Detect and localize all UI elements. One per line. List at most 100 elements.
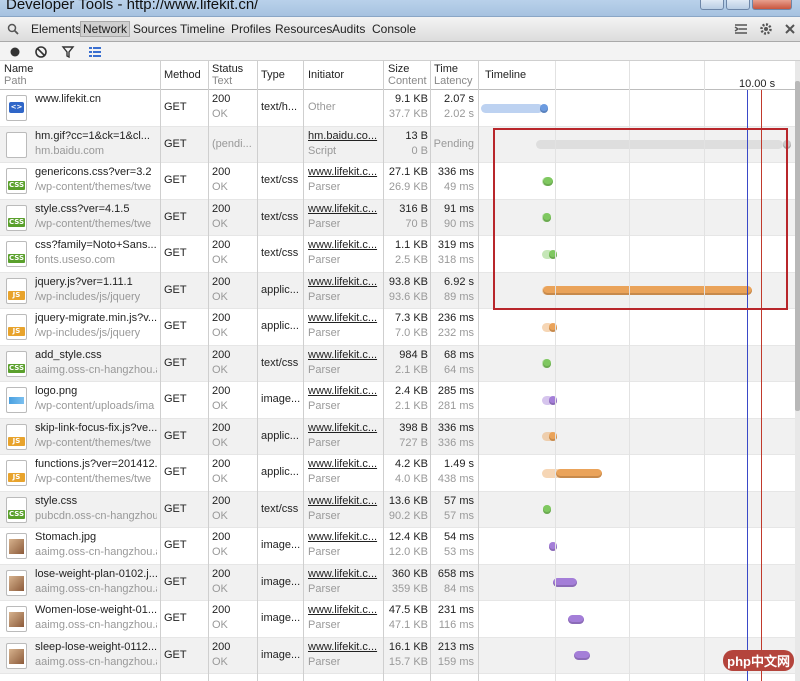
request-latency: 49 ms <box>444 181 474 193</box>
request-name[interactable]: jquery.js?ver=1.11.1 <box>35 276 157 288</box>
request-name[interactable]: www.lifekit.cn <box>35 93 157 105</box>
timeline-bar[interactable] <box>542 395 558 405</box>
request-path: hm.baidu.com <box>35 144 105 157</box>
request-name[interactable]: sleep-lose-weight-0112... <box>35 641 157 653</box>
timeline-bar[interactable] <box>542 468 603 478</box>
column-divider[interactable] <box>478 61 479 681</box>
record-icon[interactable] <box>8 45 22 59</box>
request-row[interactable]: lose-weight-plan-0102.j... aaimg.oss-cn-h… <box>0 564 795 601</box>
tab-resources[interactable]: Resources <box>275 22 332 36</box>
dock-icon[interactable] <box>734 23 748 35</box>
timeline-bar[interactable] <box>568 614 584 624</box>
tab-sources[interactable]: Sources <box>133 22 177 36</box>
timeline-bar[interactable] <box>481 103 549 113</box>
request-type: applic... <box>261 320 299 332</box>
header-method[interactable]: Method <box>164 69 201 81</box>
maximize-button[interactable] <box>726 0 750 10</box>
tab-network[interactable]: Network <box>80 21 131 37</box>
large-rows-icon[interactable] <box>88 45 102 59</box>
column-divider[interactable] <box>160 61 161 681</box>
request-row[interactable]: logo.png/wp-content/uploads/ima GET 200 OK i… <box>0 382 795 419</box>
header-timeline[interactable]: Timeline <box>485 69 526 81</box>
timeline-bar[interactable] <box>542 322 558 332</box>
request-path: aaimg.oss-cn-hangzhou.a <box>35 582 157 595</box>
request-status-text: OK <box>212 546 228 558</box>
header-initiator[interactable]: Initiator <box>308 69 344 81</box>
request-row[interactable]: Women-lose-weight-01... aaimg.oss-cn-hang… <box>0 601 795 638</box>
scrollbar-thumb[interactable] <box>795 81 800 411</box>
timeline-bar[interactable] <box>542 359 552 368</box>
request-name[interactable]: lose-weight-plan-0102.j... <box>35 568 157 580</box>
tab-profiles[interactable]: Profiles <box>231 22 271 36</box>
column-divider[interactable] <box>303 61 304 681</box>
header-type[interactable]: Type <box>261 69 285 81</box>
search-icon[interactable] <box>7 23 19 35</box>
request-path: /wp-includes/js/jquery <box>35 290 141 303</box>
tab-elements[interactable]: Elements <box>31 22 81 36</box>
request-name[interactable]: add_style.css <box>35 349 157 361</box>
request-row[interactable]: functions.js?ver=201412... /wp-content/th… <box>0 455 795 492</box>
request-name[interactable]: logo.png <box>35 385 157 397</box>
request-method: GET <box>164 648 187 661</box>
request-status-text: OK <box>212 619 228 631</box>
header-path[interactable]: Path <box>4 75 27 87</box>
request-status-text: OK <box>212 400 228 412</box>
column-divider[interactable] <box>430 61 431 681</box>
timeline-bar[interactable] <box>549 541 558 551</box>
header-status[interactable]: Status <box>212 63 243 75</box>
tab-console[interactable]: Console <box>372 22 416 36</box>
request-row[interactable]: www.lifekit.cnGET200OKtext/h...Other9.1 … <box>0 90 795 127</box>
header-time[interactable]: Time <box>434 63 458 75</box>
timeline-bar[interactable] <box>574 651 590 660</box>
request-name[interactable]: style.css <box>35 495 157 507</box>
column-divider[interactable] <box>383 61 384 681</box>
header-size[interactable]: Size <box>388 63 409 75</box>
file-css-icon <box>6 204 27 231</box>
header-name[interactable]: Name <box>4 63 33 75</box>
filter-icon[interactable] <box>61 45 75 59</box>
header-size-content[interactable]: Content <box>388 75 427 87</box>
request-row[interactable]: style.css pubcdn.oss-cn-hangzhou GET 200 OK t… <box>0 491 795 528</box>
clear-icon[interactable] <box>34 45 48 59</box>
request-initiator-type: Parser <box>308 254 341 266</box>
timeline-bar-receiving <box>555 468 603 478</box>
request-name[interactable]: css?family=Noto+Sans... <box>35 239 157 251</box>
vertical-scrollbar[interactable] <box>795 61 800 681</box>
request-time: 91 ms <box>444 202 474 215</box>
request-path: /wp-content/themes/twe <box>35 436 152 449</box>
file-img-icon <box>6 606 27 632</box>
request-name[interactable]: jquery-migrate.min.js?v... <box>35 312 157 324</box>
settings-gear-icon[interactable] <box>759 22 773 36</box>
request-name[interactable]: Women-lose-weight-01... <box>35 604 157 616</box>
request-row[interactable]: Stomach.jpg aaimg.oss-cn-hangzhou.a GET 200… <box>0 528 795 565</box>
request-type: text/css <box>261 210 299 223</box>
timeline-bar[interactable] <box>543 505 552 514</box>
close-devtools-icon[interactable] <box>784 23 796 35</box>
request-name[interactable]: style.css?ver=4.1.5 <box>35 203 157 215</box>
column-divider[interactable] <box>208 61 209 681</box>
timeline-bar-receiving <box>568 614 584 624</box>
file-html-icon <box>6 95 27 121</box>
request-initiator-type: Parser <box>308 509 341 522</box>
request-row[interactable]: skip-link-focus-fix.js?ve... /wp-content/… <box>0 418 795 455</box>
column-divider[interactable] <box>257 61 258 681</box>
close-window-button[interactable] <box>752 0 792 10</box>
timeline-bar[interactable] <box>542 432 558 441</box>
timeline-bar[interactable] <box>552 578 578 587</box>
request-name[interactable]: functions.js?ver=201412... <box>35 458 157 470</box>
request-row[interactable]: add_style.css aaimg.oss-cn-hangzhou.a GET 2… <box>0 345 795 382</box>
minimize-button[interactable] <box>700 0 724 10</box>
grid-header: Name Path Method Status Text Type Initia… <box>0 61 795 90</box>
request-row[interactable]: sleep-lose-weight-0112... aaimg.oss-cn-ha… <box>0 637 795 674</box>
request-name[interactable]: genericons.css?ver=3.2 <box>35 166 157 178</box>
request-method: GET <box>164 575 187 588</box>
request-name[interactable]: Stomach.jpg <box>35 531 157 543</box>
tab-audits[interactable]: Audits <box>332 22 365 36</box>
tab-timeline[interactable]: Timeline <box>180 22 225 36</box>
request-row[interactable]: jquery-migrate.min.js?v... /wp-includes/j… <box>0 309 795 346</box>
header-status-text[interactable]: Text <box>212 75 232 87</box>
request-name[interactable]: hm.gif?cc=1&ck=1&cl... <box>35 130 157 142</box>
request-name[interactable]: skip-link-focus-fix.js?ve... <box>35 422 157 434</box>
file-css-icon <box>6 168 27 194</box>
header-time-latency[interactable]: Latency <box>434 75 473 87</box>
